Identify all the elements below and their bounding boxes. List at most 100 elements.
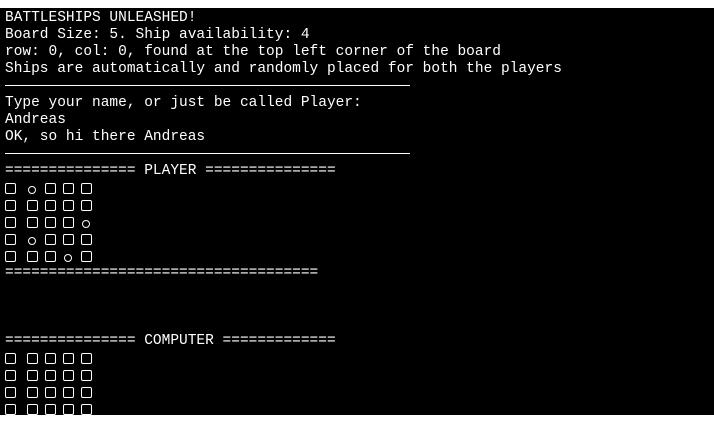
computer-board-cell xyxy=(5,384,23,401)
player-board-cell xyxy=(77,197,95,214)
computer-board-cell xyxy=(41,350,59,367)
empty-square-icon xyxy=(44,251,56,262)
computer-board-cell xyxy=(59,350,77,367)
player-board-cell xyxy=(59,231,77,248)
empty-square-icon xyxy=(44,387,56,398)
computer-board-row xyxy=(5,350,562,367)
player-board-cell xyxy=(77,231,95,248)
player-board-cell xyxy=(5,231,23,248)
computer-board-cell xyxy=(41,367,59,384)
player-board-cell xyxy=(41,180,59,197)
player-board-header: =============== PLAYER =============== xyxy=(5,163,336,179)
empty-square-icon xyxy=(5,370,16,381)
computer-board-cell xyxy=(5,401,23,415)
computer-board-cell xyxy=(23,350,41,367)
computer-board-row xyxy=(5,401,562,415)
computer-board-cell xyxy=(59,401,77,415)
player-board-row xyxy=(5,214,562,231)
player-board-cell xyxy=(41,214,59,231)
board-info-line: Board Size: 5. Ship availability: 4 xyxy=(5,27,310,43)
ship-circle-icon xyxy=(28,237,36,245)
empty-square-icon xyxy=(26,217,38,228)
player-board-cell xyxy=(41,231,59,248)
player-board-cell xyxy=(41,248,59,265)
game-title: BATTLESHIPS UNLEASHED! xyxy=(5,10,197,26)
coordinate-hint-line: row: 0, col: 0, found at the top left co… xyxy=(5,44,501,60)
empty-square-icon xyxy=(80,183,92,194)
computer-board-header: =============== COMPUTER ============= xyxy=(5,333,336,349)
empty-square-icon xyxy=(44,217,56,228)
empty-square-icon xyxy=(62,404,74,415)
greeting-line: OK, so hi there Andreas xyxy=(5,129,206,145)
empty-square-icon xyxy=(26,200,38,211)
empty-square-icon xyxy=(26,370,38,381)
empty-square-icon xyxy=(44,234,56,245)
player-board-cell xyxy=(5,197,23,214)
player-board-cell xyxy=(59,197,77,214)
computer-board-cell xyxy=(77,350,95,367)
ship-circle-icon xyxy=(28,186,36,194)
player-board-cell xyxy=(59,248,77,265)
computer-board-cell xyxy=(23,384,41,401)
empty-square-icon xyxy=(26,404,38,415)
player-board-row xyxy=(5,231,562,248)
player-board-cell xyxy=(5,180,23,197)
empty-square-icon xyxy=(62,217,74,228)
empty-square-icon xyxy=(62,353,74,364)
computer-board-cell xyxy=(77,367,95,384)
player-board-cell xyxy=(59,214,77,231)
computer-board-cell xyxy=(59,367,77,384)
divider xyxy=(5,146,562,163)
placement-info-line: Ships are automatically and randomly pla… xyxy=(5,61,562,77)
empty-square-icon xyxy=(5,200,16,211)
empty-square-icon xyxy=(5,404,16,415)
divider xyxy=(5,78,562,95)
player-board xyxy=(5,180,562,265)
player-board-cell xyxy=(59,180,77,197)
empty-square-icon xyxy=(5,251,16,262)
player-board-row xyxy=(5,197,562,214)
computer-board xyxy=(5,350,562,415)
player-board-row xyxy=(5,180,562,197)
player-board-cell xyxy=(77,214,95,231)
empty-square-icon xyxy=(5,183,16,194)
computer-board-cell xyxy=(23,401,41,415)
empty-square-icon xyxy=(26,387,38,398)
player-board-cell xyxy=(23,180,41,197)
empty-square-icon xyxy=(80,370,92,381)
name-input-echo[interactable]: Andreas xyxy=(5,112,562,129)
player-board-cell xyxy=(23,214,41,231)
empty-square-icon xyxy=(62,370,74,381)
computer-board-cell xyxy=(41,401,59,415)
empty-square-icon xyxy=(62,200,74,211)
empty-square-icon xyxy=(62,234,74,245)
computer-board-cell xyxy=(41,384,59,401)
empty-square-icon xyxy=(80,404,92,415)
player-board-row xyxy=(5,248,562,265)
ship-circle-icon xyxy=(64,254,72,262)
name-prompt: Type your name, or just be called Player… xyxy=(5,95,362,111)
computer-board-cell xyxy=(5,350,23,367)
player-board-footer: ==================================== xyxy=(5,265,319,281)
empty-square-icon xyxy=(80,387,92,398)
terminal-output: BATTLESHIPS UNLEASHED! Board Size: 5. Sh… xyxy=(5,10,562,415)
empty-square-icon xyxy=(80,200,92,211)
empty-square-icon xyxy=(5,234,16,245)
player-board-cell xyxy=(23,248,41,265)
empty-square-icon xyxy=(44,353,56,364)
empty-square-icon xyxy=(44,200,56,211)
computer-board-cell xyxy=(77,384,95,401)
empty-square-icon xyxy=(44,404,56,415)
empty-square-icon xyxy=(26,353,38,364)
empty-square-icon xyxy=(80,234,92,245)
player-board-cell xyxy=(5,248,23,265)
ship-circle-icon xyxy=(82,220,90,228)
player-board-cell xyxy=(41,197,59,214)
computer-board-cell xyxy=(59,384,77,401)
empty-square-icon xyxy=(80,251,92,262)
empty-square-icon xyxy=(44,183,56,194)
computer-board-row xyxy=(5,384,562,401)
empty-square-icon xyxy=(5,353,16,364)
